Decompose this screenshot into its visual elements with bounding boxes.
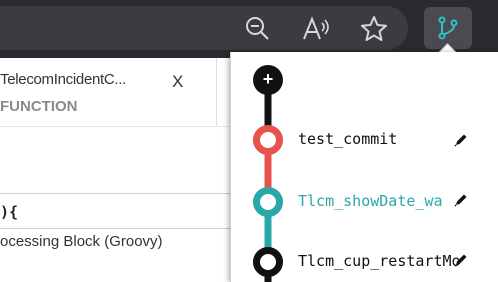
- commit-label[interactable]: Tlcm_cup_restartMo: [298, 252, 460, 270]
- edit-pencil-icon[interactable]: [453, 252, 469, 268]
- divider: [0, 228, 232, 229]
- zoom-out-icon[interactable]: [242, 13, 274, 45]
- git-extension-button[interactable]: [424, 7, 472, 49]
- page-content: TelecomIncidentC... X FUNCTION ){ ocessi…: [0, 58, 232, 279]
- add-commit-button[interactable]: +: [253, 65, 283, 95]
- commit-history-popup: + test_commit Tlcm_showDate_wa Tlcm_cup_…: [230, 52, 498, 282]
- edit-pencil-icon[interactable]: [453, 192, 469, 208]
- editor-tab-title[interactable]: TelecomIncidentC...: [0, 71, 126, 88]
- commit-node[interactable]: [253, 125, 283, 155]
- address-bar[interactable]: [0, 6, 408, 50]
- divider: [0, 126, 232, 127]
- processing-block-label: ocessing Block (Groovy): [0, 233, 163, 250]
- browser-toolbar: [0, 0, 498, 58]
- git-branch-icon: [438, 16, 458, 40]
- divider: [0, 193, 232, 194]
- code-line: ){: [0, 203, 19, 221]
- favorite-star-icon[interactable]: [358, 13, 390, 45]
- tab-close-button[interactable]: X: [172, 72, 183, 92]
- edit-pencil-icon[interactable]: [453, 132, 469, 148]
- commit-node[interactable]: [253, 187, 283, 217]
- commit-label[interactable]: Tlcm_showDate_wa: [298, 192, 458, 210]
- function-label: FUNCTION: [0, 98, 78, 115]
- divider: [216, 58, 217, 126]
- commit-label[interactable]: test_commit: [298, 130, 470, 148]
- read-aloud-icon[interactable]: [300, 13, 332, 45]
- commit-node[interactable]: [253, 247, 283, 277]
